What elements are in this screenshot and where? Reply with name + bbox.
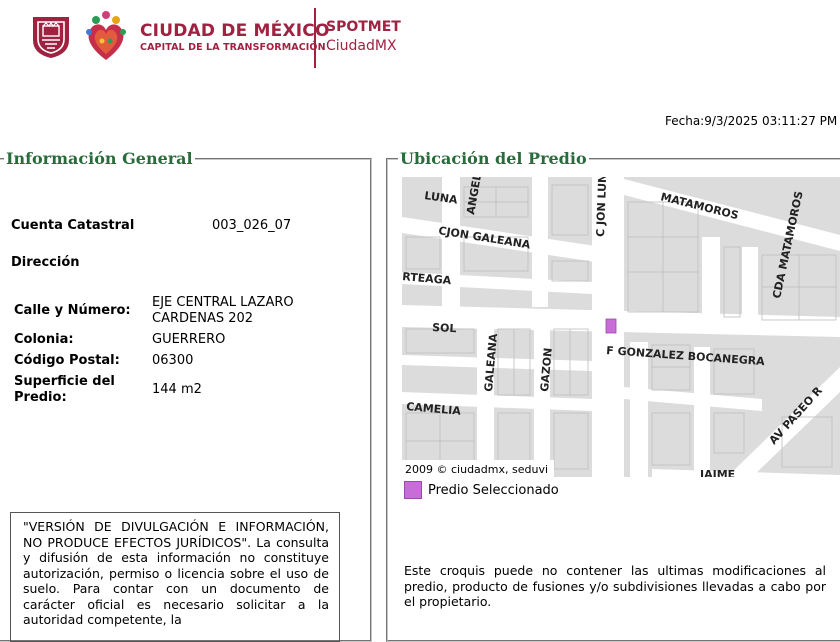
header: CIUDAD DE MÉXICO CAPITAL DE LA TRANSFORM… [0,0,840,80]
cuenta-catastral-label: Cuenta Catastral [11,218,135,233]
panel-title: Información General [4,149,195,168]
codigo-postal-value: 06300 [152,353,194,368]
cdmx-shield-logo [33,17,69,58]
croquis-note: Este croquis puede no contener las ultim… [404,563,826,609]
calle-label: Calle y Número: [14,303,131,318]
superficie-label-line1: Superficie del [14,374,115,389]
street-label-jaime: JAIME [699,468,735,477]
panel-title: Ubicación del Predio [398,149,589,168]
predio-legend-swatch [404,481,422,499]
fecha-timestamp: Fecha:9/3/2025 03:11:27 PM [665,114,838,128]
street-label-jon-luna: C JON LUNA [594,177,610,237]
street-label-sol: SOL [432,321,457,335]
colonia-value: GUERRERO [152,332,226,347]
app-subtitle: CiudadMX [326,38,397,54]
selected-parcel [605,318,617,334]
heart-logo [86,11,126,60]
predio-legend-label: Predio Seleccionado [428,483,559,498]
superficie-value: 144 m2 [152,382,202,397]
colonia-label: Colonia: [14,332,74,347]
cuenta-catastral-value: 003_026_07 [212,218,292,233]
disclaimer-text: "VERSIÓN DE DIVULGACIÓN E INFORMACIÓN, N… [10,512,340,642]
brand-divider [314,8,316,68]
brand-title: CIUDAD DE MÉXICO [140,21,330,41]
app-name: SPOTMET [326,19,401,35]
map-copyright: 2009 © ciudadmx, seduvi [405,463,548,476]
superficie-label-line2: Predio: [14,390,67,405]
codigo-postal-label: Código Postal: [14,353,120,368]
direccion-label: Dirección [11,255,80,270]
brand-subtitle: CAPITAL DE LA TRANSFORMACIÓN [140,42,326,53]
calle-value-line1: EJE CENTRAL LAZARO [152,295,294,310]
predio-map[interactable]: LUNA ANGEL C JON LUNA MATAMOROS CJON GAL… [402,177,840,477]
calle-value-line2: CARDENAS 202 [152,311,254,326]
